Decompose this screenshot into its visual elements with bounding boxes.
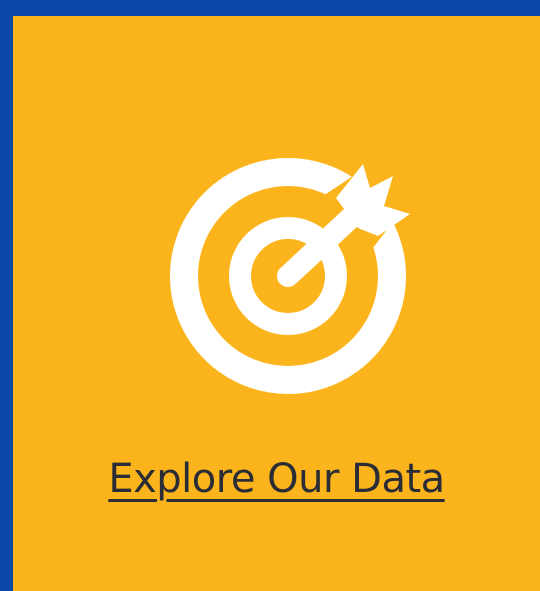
explore-data-link[interactable]: Explore Our Data — [13, 16, 540, 591]
explore-data-tile[interactable]: Explore Our Data — [13, 16, 540, 591]
target-arrow-icon — [158, 136, 428, 406]
explore-data-label[interactable]: Explore Our Data — [13, 453, 540, 505]
explore-data-text[interactable]: Explore Our Data — [108, 456, 445, 502]
